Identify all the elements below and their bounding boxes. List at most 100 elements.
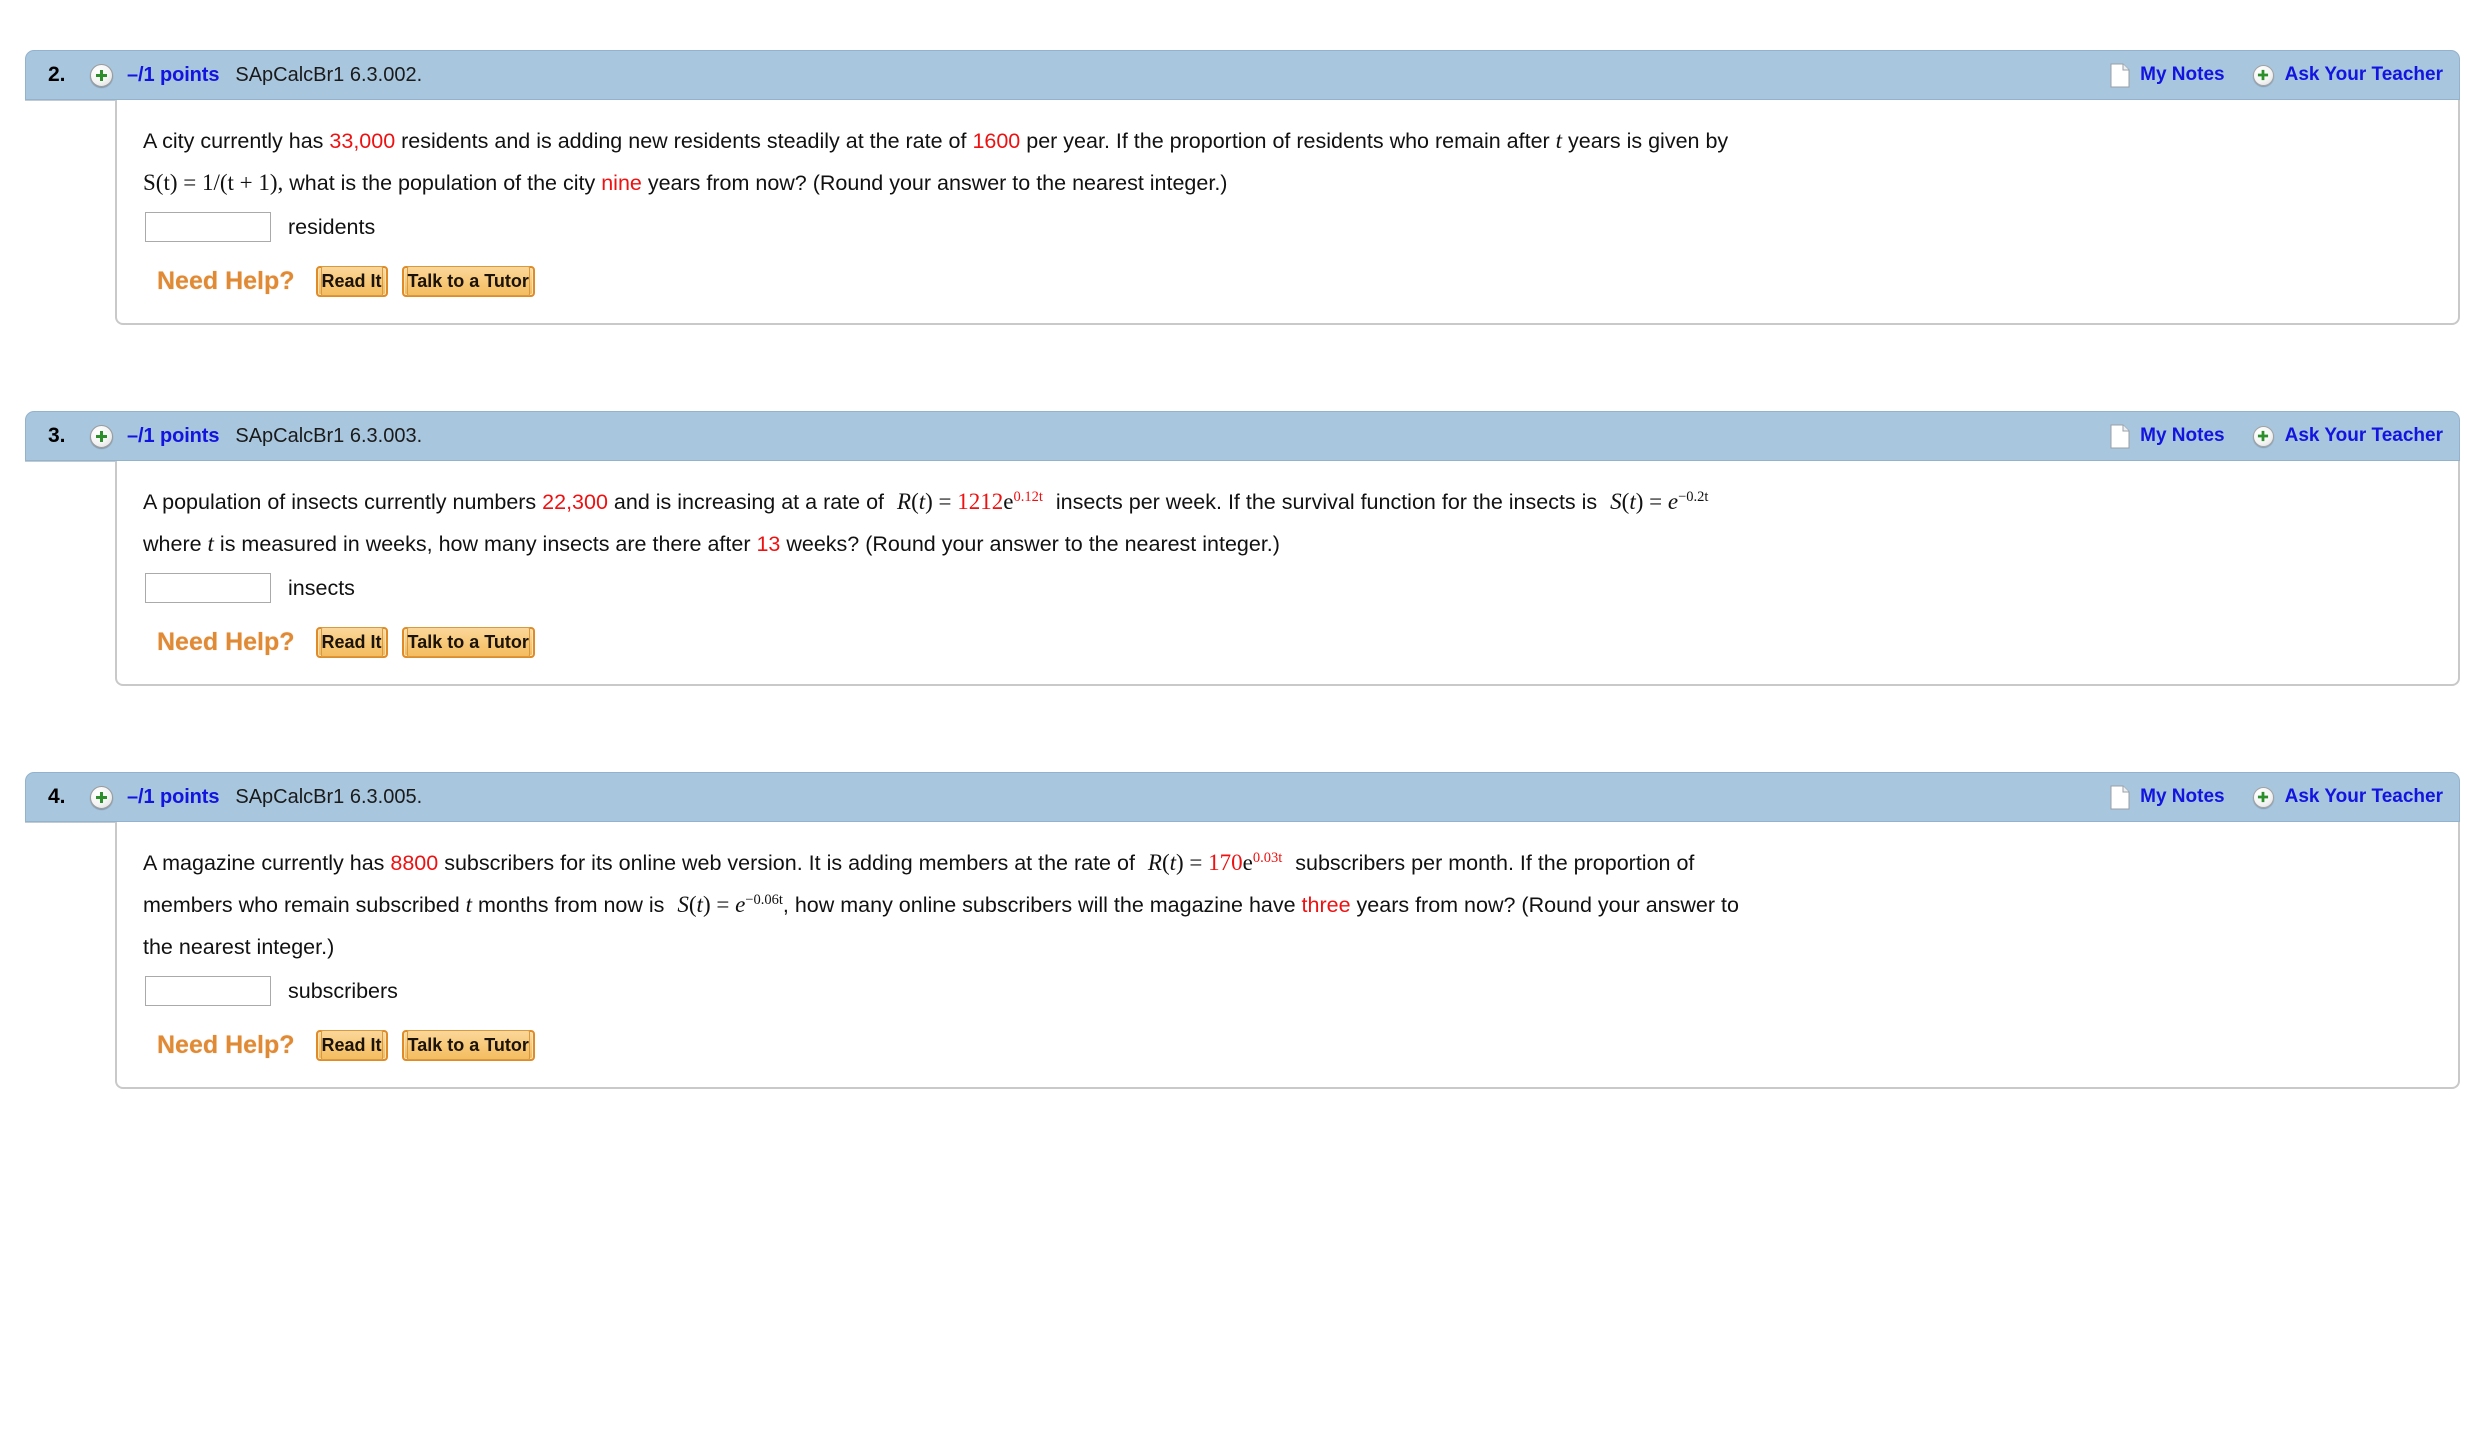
math-base: e — [1003, 489, 1014, 514]
plus-circle-icon — [2252, 64, 2274, 86]
question-block-2: 2. –/1 points SApCalcBr1 6.3.002. My Not… — [0, 50, 2482, 325]
answer-input[interactable] — [145, 573, 271, 603]
text-part: insects per week. If the survival functi… — [1049, 490, 1604, 514]
question-number: 2. — [48, 63, 66, 86]
read-it-button[interactable]: Read It — [315, 1030, 388, 1061]
value-highlight: 1600 — [972, 129, 1021, 153]
need-help-label: Need Help? — [157, 267, 295, 295]
read-it-button[interactable]: Read It — [315, 627, 388, 658]
question-body-4: A magazine currently has 8800 subscriber… — [115, 822, 2460, 1089]
talk-to-tutor-button[interactable]: Talk to a Tutor — [401, 1030, 535, 1061]
text-part: A magazine currently has — [143, 851, 391, 875]
answer-unit-label: residents — [288, 214, 376, 239]
value-highlight: 33,000 — [329, 129, 396, 153]
math-exponent: 0.03t — [1252, 849, 1283, 866]
answer-unit-label: insects — [288, 575, 355, 600]
ask-your-teacher-link[interactable]: Ask Your Teacher — [2252, 425, 2443, 447]
question-header-right-3: My Notes Ask Your Teacher — [2110, 424, 2459, 449]
note-page-icon — [2110, 63, 2130, 88]
answer-row-4: subscribers — [145, 976, 2434, 1006]
ask-your-teacher-link[interactable]: Ask Your Teacher — [2252, 64, 2443, 86]
note-page-icon — [2110, 424, 2130, 449]
points-label: –/1 points — [127, 785, 220, 808]
my-notes-link[interactable]: My Notes — [2110, 785, 2225, 810]
talk-to-tutor-label: Talk to a Tutor — [406, 266, 530, 296]
math-base: e — [1242, 850, 1253, 875]
text-part: members who remain subscribed — [143, 893, 466, 917]
my-notes-link[interactable]: My Notes — [2110, 63, 2225, 88]
text-part: A city currently has — [143, 129, 330, 153]
talk-to-tutor-button[interactable]: Talk to a Tutor — [401, 627, 535, 658]
text-part: months from now is — [472, 893, 671, 917]
ask-your-teacher-label: Ask Your Teacher — [2284, 786, 2443, 807]
question-header-3: 3. –/1 points SApCalcBr1 6.3.003. My Not… — [25, 411, 2460, 461]
question-body-wrap-4: A magazine currently has 8800 subscriber… — [25, 822, 2460, 1089]
question-header-4: 4. –/1 points SApCalcBr1 6.3.005. My Not… — [25, 772, 2460, 822]
answer-row-2: residents — [145, 212, 2434, 242]
text-part: , how many online subscribers will the m… — [782, 893, 1302, 917]
math-formula-s: S(t) = e — [677, 892, 746, 917]
math-formula-r: R(t) = — [897, 489, 958, 514]
text-part: years from now? (Round your answer to — [1350, 893, 1739, 917]
question-number: 4. — [48, 785, 66, 808]
my-notes-label: My Notes — [2140, 786, 2225, 807]
question-body-3: A population of insects currently number… — [115, 461, 2460, 686]
text-part: per year. If the proportion of residents… — [1020, 129, 1556, 153]
read-it-label: Read It — [320, 1030, 383, 1060]
need-help-label: Need Help? — [157, 1031, 295, 1059]
expand-plus-icon[interactable] — [90, 785, 113, 809]
answer-input[interactable] — [145, 212, 271, 242]
question-body-wrap-2: A city currently has 33,000 residents an… — [25, 100, 2460, 325]
text-part: residents and is adding new residents st… — [395, 129, 973, 153]
question-header-left-3: 3. –/1 points SApCalcBr1 6.3.003. — [26, 424, 422, 448]
talk-to-tutor-label: Talk to a Tutor — [406, 1030, 530, 1060]
math-formula-s: S(t) = e — [1610, 489, 1679, 514]
need-help-row-4: Need Help? Read It Talk to a Tutor — [157, 1030, 2434, 1061]
expand-plus-icon[interactable] — [90, 424, 113, 448]
need-help-row-3: Need Help? Read It Talk to a Tutor — [157, 627, 2434, 658]
question-number: 3. — [48, 424, 66, 447]
need-help-row-2: Need Help? Read It Talk to a Tutor — [157, 266, 2434, 297]
my-notes-label: My Notes — [2140, 64, 2225, 85]
text-part: years from now? (Round your answer to th… — [641, 171, 1228, 195]
need-help-label: Need Help? — [157, 628, 295, 656]
text-part: years is given by — [1562, 129, 1729, 153]
points-label: –/1 points — [127, 63, 220, 86]
text-part: subscribers per month. If the proportion… — [1289, 851, 1695, 875]
expand-plus-icon[interactable] — [90, 63, 113, 87]
plus-circle-icon — [2252, 425, 2274, 447]
question-body-wrap-3: A population of insects currently number… — [25, 461, 2460, 686]
value-highlight: nine — [601, 171, 642, 195]
text-part: where — [143, 532, 208, 556]
question-code: SApCalcBr1 6.3.005. — [235, 785, 423, 808]
value-highlight: 22,300 — [542, 490, 608, 514]
math-coefficient: 170 — [1208, 850, 1243, 875]
question-text-3: A population of insects currently number… — [143, 481, 2433, 565]
my-notes-link[interactable]: My Notes — [2110, 424, 2225, 449]
question-text-4: A magazine currently has 8800 subscriber… — [143, 842, 2433, 968]
talk-to-tutor-button[interactable]: Talk to a Tutor — [401, 266, 535, 297]
question-gap — [0, 686, 2482, 772]
text-part: what is the population of the city — [283, 171, 602, 195]
ask-your-teacher-label: Ask Your Teacher — [2284, 64, 2443, 85]
ask-your-teacher-link[interactable]: Ask Your Teacher — [2252, 786, 2443, 808]
read-it-label: Read It — [320, 627, 383, 657]
value-highlight: three — [1301, 893, 1351, 917]
text-part: subscribers for its online web version. … — [438, 851, 1141, 875]
assignment-page: 2. –/1 points SApCalcBr1 6.3.002. My Not… — [0, 50, 2482, 1089]
text-part: is measured in weeks, how many insects a… — [213, 532, 757, 556]
answer-input[interactable] — [145, 976, 271, 1006]
question-code: SApCalcBr1 6.3.002. — [235, 63, 423, 86]
value-highlight: 13 — [756, 532, 781, 556]
text-part: weeks? (Round your answer to the nearest… — [780, 532, 1280, 556]
my-notes-label: My Notes — [2140, 425, 2225, 446]
read-it-button[interactable]: Read It — [315, 266, 388, 297]
question-header-2: 2. –/1 points SApCalcBr1 6.3.002. My Not… — [25, 50, 2460, 100]
question-body-2: A city currently has 33,000 residents an… — [115, 100, 2460, 325]
math-exponent: −0.2t — [1678, 488, 1709, 505]
plus-circle-icon — [2252, 786, 2274, 808]
text-part: the nearest integer.) — [143, 935, 335, 959]
question-header-right-4: My Notes Ask Your Teacher — [2110, 785, 2459, 810]
note-page-icon — [2110, 785, 2130, 810]
answer-unit-label: subscribers — [288, 978, 398, 1003]
